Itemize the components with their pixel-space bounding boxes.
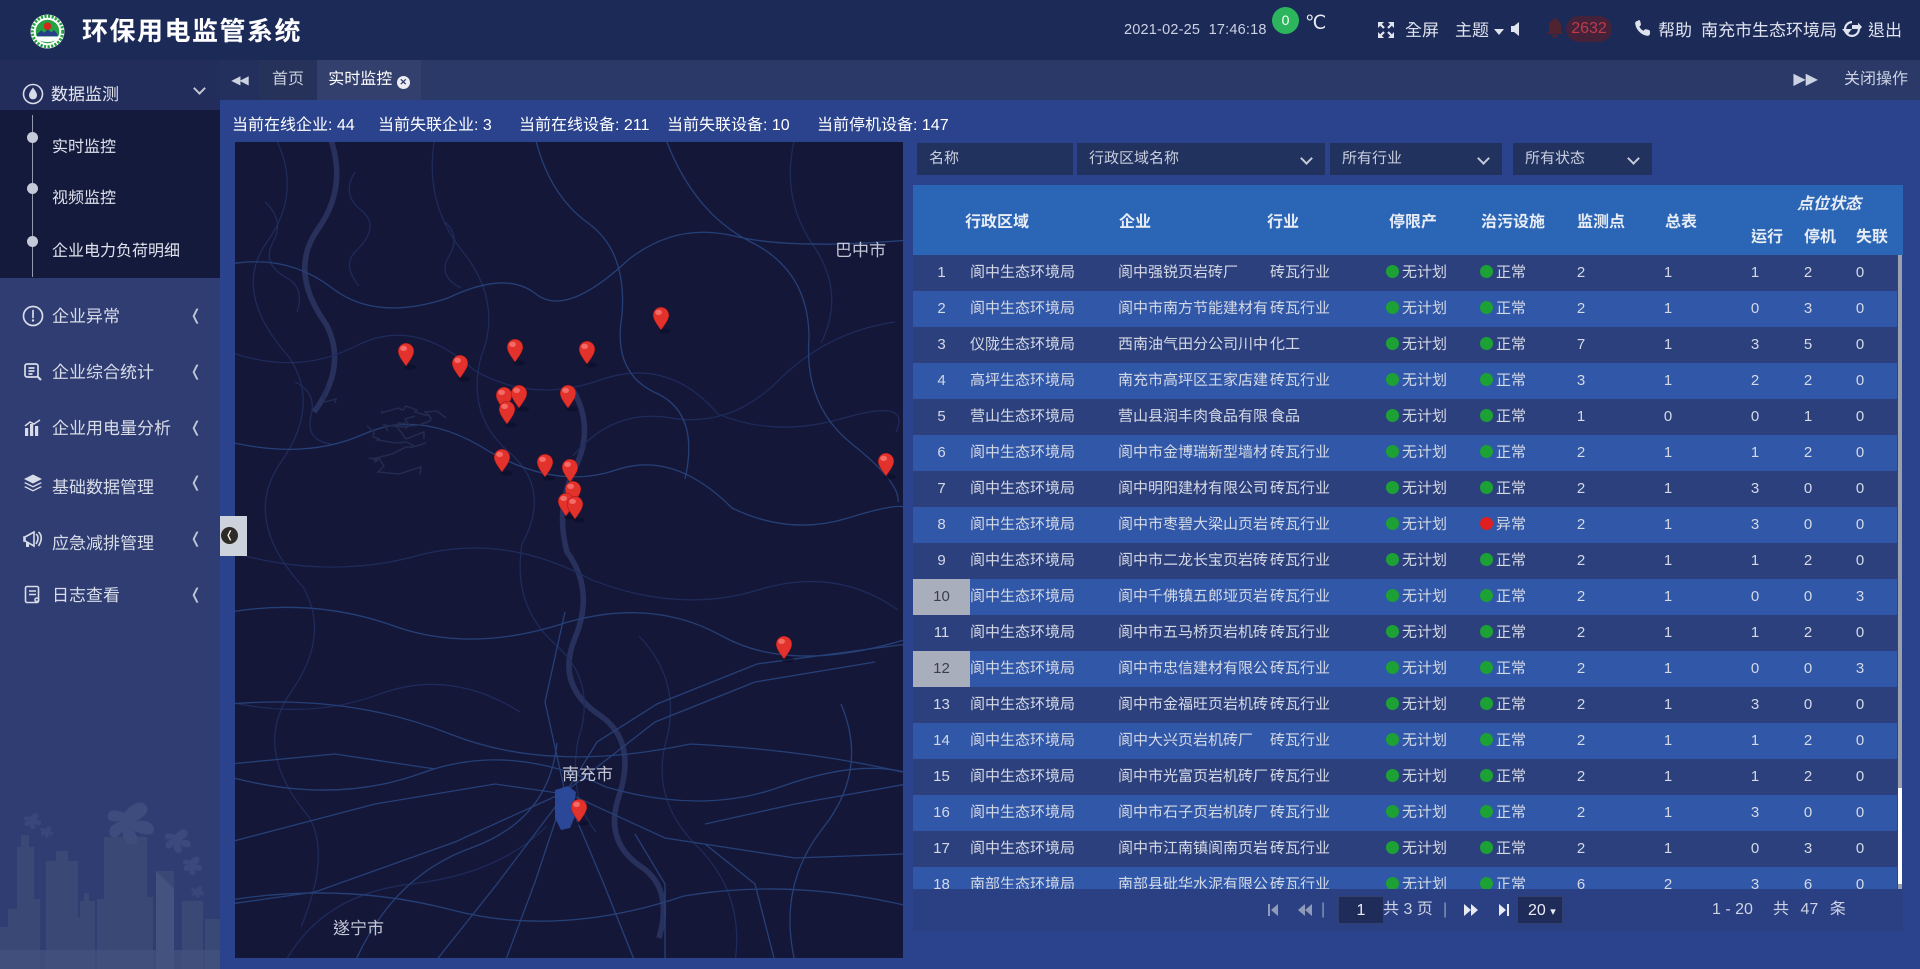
- svg-text:南充市: 南充市: [562, 765, 613, 784]
- svg-text:遂宁市: 遂宁市: [333, 919, 384, 938]
- svg-text:巴中市: 巴中市: [835, 241, 886, 260]
